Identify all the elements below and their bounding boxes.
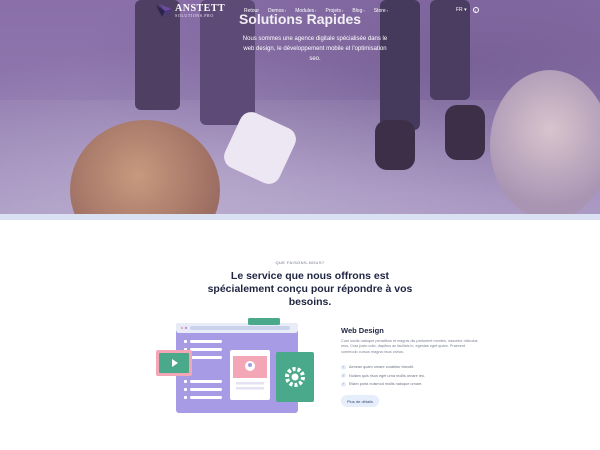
feature-item: ✓ Nullam quis risus eget urna mollis orna… [341,372,425,381]
illustration-text-line [236,387,264,390]
language-label: FR [456,7,463,13]
chevron-down-icon: ▾ [464,7,467,13]
language-selector[interactable]: FR ▾ [456,7,467,13]
hero-photo-shoe [375,120,415,170]
more-details-button[interactable]: Plus de détails [341,395,380,407]
illustration-text-line [190,380,222,383]
check-icon: ✓ [341,373,346,379]
illustration-text-line [190,396,222,399]
hero-description: Nous sommes une agence digitale spéciali… [242,36,388,62]
illustration-address-bar [190,326,290,330]
feature-text: Nullam quis risus eget urna mollis ornar… [349,373,425,378]
illustration-text-line [190,388,222,391]
illustration-text-line [184,388,187,391]
hero-photo-shoe [445,105,485,160]
user-icon-head [248,363,252,367]
nav-utilities: FR ▾ i [456,7,479,13]
web-design-illustration [156,318,314,413]
check-icon: ✓ [341,364,346,370]
service-description: Cum sociis natoque penatibus et magnis d… [341,339,478,354]
logo-icon [156,4,172,17]
illustration-text-line [184,380,187,383]
illustration-window-dot [180,326,184,330]
service-title: Web Design [341,326,384,335]
check-icon: ✓ [341,381,346,387]
hero-bottom-edge [0,214,600,220]
info-icon[interactable]: i [472,7,479,13]
section-kicker: QUE FAISONS-NOUS? [275,260,325,265]
illustration-text-line [190,340,222,343]
hero-photo-person [490,70,600,220]
illustration-text-line [236,382,264,385]
service-features: ✓ Aenean quam ornare curabitur blandit. ✓ N… [341,363,425,389]
gear-icon-center [291,373,299,381]
feature-text: Etiam porta euismod mollis natoque ornar… [349,382,423,387]
illustration-tab [248,318,280,325]
hero-title: Solutions Rapides [238,11,362,27]
illustration-text-line [184,340,187,343]
hero-banner [0,0,600,220]
illustration-text-line [184,396,187,399]
section-title: Le service que nous offrons est spéciale… [207,270,413,308]
feature-text: Aenean quam ornare curabitur blandit. [349,365,414,370]
feature-item: ✓ Aenean quam ornare curabitur blandit. [341,363,425,372]
illustration-text-line [190,348,222,351]
illustration-window-dot [184,326,188,330]
feature-item: ✓ Etiam porta euismod mollis natoque orna… [341,380,425,389]
illustration-text-line [190,356,222,359]
